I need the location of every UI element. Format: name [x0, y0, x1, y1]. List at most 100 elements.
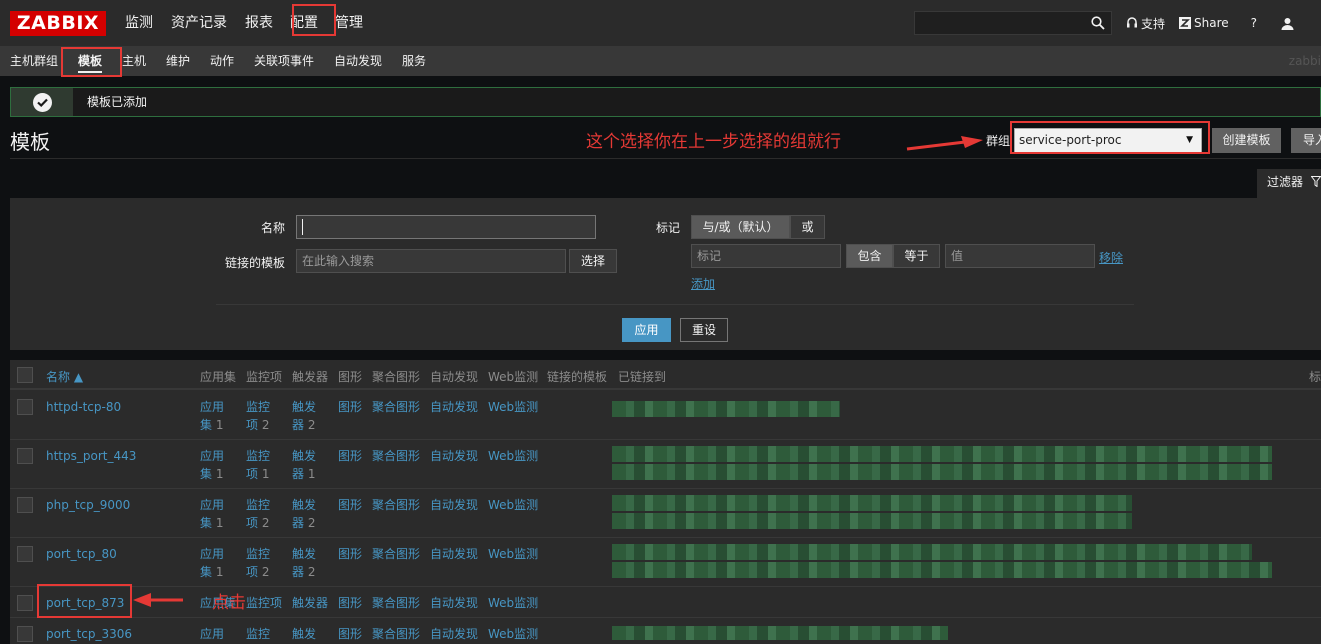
create-template-button[interactable]: 创建模板	[1212, 128, 1281, 153]
apply-button[interactable]: 应用	[622, 318, 671, 342]
items-link-text: 项	[246, 467, 259, 481]
discovery-link[interactable]: 自动发现	[430, 447, 478, 465]
triggers-link[interactable]: 触发器 2	[292, 398, 316, 434]
items-link[interactable]: 监控项 2	[246, 398, 270, 434]
select-all-checkbox[interactable]	[17, 367, 33, 383]
applications-link-text: 应用	[200, 498, 225, 512]
row-checkbox[interactable]	[17, 626, 33, 642]
applications-link[interactable]: 应用集 1	[200, 545, 224, 581]
user-profile-button[interactable]	[1281, 17, 1297, 30]
global-search-input[interactable]	[914, 11, 1112, 35]
items-link[interactable]: 监控项 2	[246, 496, 270, 532]
subnav-maintenance[interactable]: 维护	[166, 46, 190, 76]
row-checkbox[interactable]	[17, 399, 33, 415]
template-name-link[interactable]: port_tcp_80	[46, 545, 117, 563]
and-or-toggle[interactable]: 与/或（默认）	[691, 215, 790, 239]
graphs-link[interactable]: 图形	[338, 594, 362, 612]
subnav-actions[interactable]: 动作	[210, 46, 234, 76]
subnav-discovery[interactable]: 自动发现	[334, 46, 382, 76]
discovery-link[interactable]: 自动发现	[430, 496, 478, 514]
contains-toggle[interactable]: 包含	[846, 244, 893, 268]
nav-monitoring[interactable]: 监测	[116, 0, 162, 46]
subnav-correlation[interactable]: 关联项事件	[254, 46, 314, 76]
subnav-host-groups[interactable]: 主机群组	[10, 46, 58, 76]
web-link[interactable]: Web监测	[488, 496, 538, 514]
reset-button[interactable]: 重设	[680, 318, 728, 342]
triggers-link[interactable]: 触发器 2	[292, 496, 316, 532]
screens-link[interactable]: 聚合图形	[372, 496, 420, 514]
tag-name-input[interactable]: 标记	[691, 244, 841, 268]
triggers-link[interactable]: 触发	[292, 625, 316, 643]
items-link[interactable]: 监控	[246, 625, 270, 643]
row-checkbox[interactable]	[17, 497, 33, 513]
triggers-link[interactable]: 触发器	[292, 594, 328, 612]
filter-tab[interactable]: 过滤器	[1257, 169, 1321, 199]
template-name-link[interactable]: port_tcp_3306	[46, 625, 132, 643]
web-link[interactable]: Web监测	[488, 625, 538, 643]
screens-link[interactable]: 聚合图形	[372, 447, 420, 465]
remove-tag-link[interactable]: 移除	[1099, 249, 1123, 266]
triggers-link-text: 器	[292, 418, 305, 432]
nav-inventory[interactable]: 资产记录	[162, 0, 236, 46]
discovery-link[interactable]: 自动发现	[430, 545, 478, 563]
import-button[interactable]: 导入	[1291, 128, 1321, 153]
subnav-hosts[interactable]: 主机	[122, 46, 146, 76]
discovery-link[interactable]: 自动发现	[430, 398, 478, 416]
row-checkbox[interactable]	[17, 546, 33, 562]
linked-templates-input[interactable]: 在此输入搜索	[296, 249, 566, 273]
web-link[interactable]: Web监测	[488, 447, 538, 465]
applications-link[interactable]: 应用集 1	[200, 496, 224, 532]
triggers-link[interactable]: 触发器 1	[292, 447, 316, 483]
web-link[interactable]: Web监测	[488, 398, 538, 416]
template-name-link[interactable]: php_tcp_9000	[46, 496, 130, 514]
template-name-link[interactable]: port_tcp_873	[46, 594, 124, 612]
name-filter-input[interactable]	[296, 215, 596, 239]
group-select[interactable]: service-port-proc ▼	[1014, 128, 1202, 153]
support-link[interactable]: 支持	[1126, 15, 1165, 32]
triggers-link[interactable]: 触发器 2	[292, 545, 316, 581]
col-name[interactable]: 名称 ▲	[46, 368, 83, 385]
template-name-link[interactable]: https_port_443	[46, 447, 136, 465]
items-link[interactable]: 监控项 2	[246, 545, 270, 581]
equals-toggle[interactable]: 等于	[893, 244, 940, 268]
subnav-services[interactable]: 服务	[402, 46, 426, 76]
add-tag-link[interactable]: 添加	[691, 275, 715, 292]
col-discovery: 自动发现	[430, 370, 479, 384]
select-button[interactable]: 选择	[569, 249, 617, 273]
filter-tab-label: 过滤器	[1267, 175, 1304, 189]
zabbix-logo[interactable]: ZABBIX	[10, 11, 106, 36]
discovery-link[interactable]: 自动发现	[430, 594, 478, 612]
graphs-link[interactable]: 图形	[338, 398, 362, 416]
graphs-link[interactable]: 图形	[338, 496, 362, 514]
triggers-link-text: 器	[292, 565, 305, 579]
help-button[interactable]: ?	[1251, 16, 1257, 30]
screens-link[interactable]: 聚合图形	[372, 625, 420, 643]
row-checkbox[interactable]	[17, 448, 33, 464]
items-link[interactable]: 监控项	[246, 594, 282, 612]
share-link[interactable]: Share	[1179, 16, 1229, 30]
web-link[interactable]: Web监测	[488, 545, 538, 563]
graphs-link[interactable]: 图形	[338, 545, 362, 563]
nav-administration[interactable]: 管理	[326, 0, 372, 46]
discovery-link[interactable]: 自动发现	[430, 625, 478, 643]
nav-reports[interactable]: 报表	[236, 0, 282, 46]
applications-link-text: 集	[200, 565, 213, 579]
or-toggle[interactable]: 或	[790, 215, 825, 239]
items-link[interactable]: 监控项 1	[246, 447, 270, 483]
screens-link[interactable]: 聚合图形	[372, 398, 420, 416]
graphs-link[interactable]: 图形	[338, 447, 362, 465]
screens-link[interactable]: 聚合图形	[372, 545, 420, 563]
applications-link-count: 1	[215, 418, 224, 432]
template-name-link[interactable]: httpd-tcp-80	[46, 398, 121, 416]
applications-link[interactable]: 应用	[200, 625, 224, 643]
applications-link[interactable]: 应用集 1	[200, 398, 224, 434]
subnav-templates[interactable]: 模板	[78, 47, 103, 73]
screens-link[interactable]: 聚合图形	[372, 594, 420, 612]
search-icon[interactable]	[1091, 16, 1105, 30]
row-checkbox[interactable]	[17, 595, 33, 611]
nav-configuration[interactable]: 配置	[282, 0, 326, 46]
tag-value-input[interactable]: 值	[945, 244, 1095, 268]
web-link[interactable]: Web监测	[488, 594, 538, 612]
graphs-link[interactable]: 图形	[338, 625, 362, 643]
applications-link[interactable]: 应用集 1	[200, 447, 224, 483]
